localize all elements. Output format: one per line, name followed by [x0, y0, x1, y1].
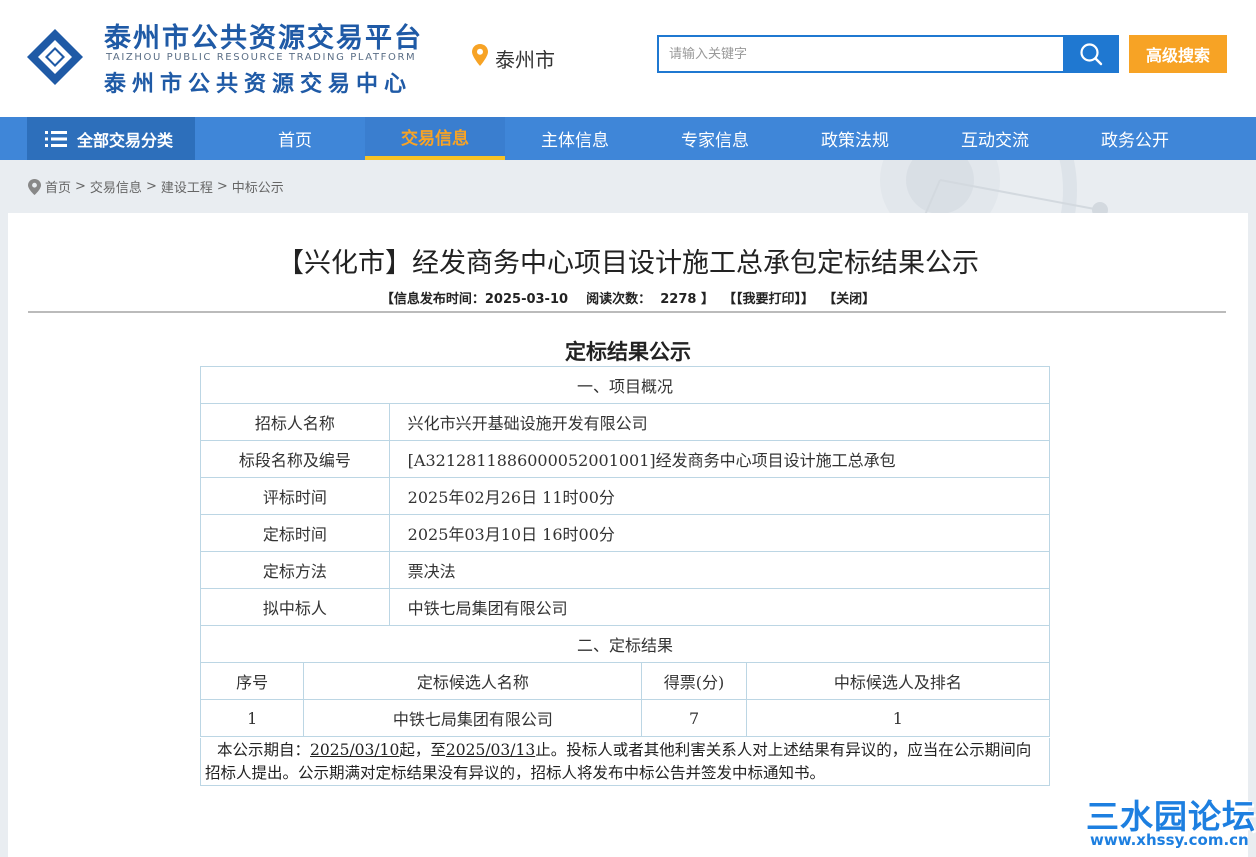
notice-start-date: 2025/03/10 — [310, 741, 400, 759]
row-label: 招标人名称 — [200, 403, 390, 441]
document-title: 定标结果公示 — [565, 340, 691, 364]
table-row: 1 中铁七局集团有限公司 7 1 — [199, 699, 1051, 737]
publish-date: 2025-03-10 — [484, 292, 569, 307]
row-label: 标段名称及编号 — [200, 440, 390, 478]
nav-government-affairs[interactable]: 政务公开 — [1065, 117, 1205, 160]
logo-english: TAIZHOU PUBLIC RESOURCE TRADING PLATFORM — [106, 52, 417, 63]
article-meta: 【信息发布时间：2025-03-10 阅读次数： 2278 】 【【我要打印】】… — [8, 288, 1248, 307]
row-value: 2025年03月10日 16时00分 — [388, 514, 1051, 552]
meta-close-bracket: 】 — [700, 292, 714, 307]
notice-text-1: 本公示期自： — [217, 741, 311, 759]
cell-candidate: 中铁七局集团有限公司 — [303, 699, 643, 737]
column-header-votes: 得票(分) — [641, 662, 747, 700]
city-selector[interactable]: 泰州市 — [495, 44, 555, 73]
row-value: 中铁七局集团有限公司 — [388, 588, 1051, 626]
section-heading-overview: 一、项目概况 — [200, 366, 1050, 404]
close-link[interactable]: 【关闭】 — [823, 292, 875, 307]
table-row: 定标方法 票决法 — [200, 551, 1051, 589]
nav-policy[interactable]: 政策法规 — [785, 117, 925, 160]
search-input[interactable] — [657, 35, 1064, 73]
print-link[interactable]: 【【我要打印】】 — [723, 292, 814, 307]
breadcrumb-construction[interactable]: 建设工程 — [161, 177, 213, 196]
logo-title: 泰州市公共资源交易平台 — [104, 23, 423, 54]
all-categories-button[interactable]: 全部交易分类 — [27, 117, 195, 160]
cell-rank: 1 — [745, 699, 1051, 737]
article-panel: 【兴化市】经发商务中心项目设计施工总承包定标结果公示 【信息发布时间：2025-… — [8, 213, 1248, 857]
column-header-number: 序号 — [199, 662, 305, 700]
nav-entity-info[interactable]: 主体信息 — [505, 117, 645, 160]
table-row: 拟中标人 中铁七局集团有限公司 — [200, 588, 1051, 626]
column-header-rank: 中标候选人及排名 — [745, 662, 1051, 700]
row-label: 定标方法 — [200, 551, 390, 589]
views-label: 阅读次数： — [586, 292, 652, 307]
divider — [28, 311, 1226, 313]
main-nav: 全部交易分类 首页 交易信息 主体信息 专家信息 政策法规 互动交流 政务公开 — [0, 117, 1256, 160]
search-icon — [1080, 43, 1103, 66]
view-count: 2278 — [660, 292, 697, 307]
all-categories-label: 全部交易分类 — [77, 130, 174, 150]
menu-list-icon — [45, 130, 67, 147]
result-table: 一、项目概况 招标人名称 兴化市兴开基础设施开发有限公司 标段名称及编号 [A3… — [199, 366, 1051, 737]
location-icon — [28, 178, 41, 195]
publish-label: 【信息发布时间： — [380, 292, 485, 307]
column-header-candidate: 定标候选人名称 — [303, 662, 643, 700]
site-header: 泰州市公共资源交易平台 TAIZHOU PUBLIC RESOURCE TRAD… — [0, 0, 1256, 117]
search-button[interactable] — [1063, 35, 1119, 73]
breadcrumb: 首页 > 交易信息 > 建设工程 > 中标公示 — [28, 177, 284, 196]
location-pin-icon — [472, 44, 488, 66]
row-value: 兴化市兴开基础设施开发有限公司 — [388, 403, 1051, 441]
row-label: 定标时间 — [200, 514, 390, 552]
breadcrumb-separator: > — [216, 179, 228, 194]
article-title: 【兴化市】经发商务中心项目设计施工总承包定标结果公示 — [277, 248, 979, 279]
section-heading-result: 二、定标结果 — [200, 625, 1050, 663]
table-row: 评标时间 2025年02月26日 11时00分 — [200, 477, 1051, 515]
advanced-search-button[interactable]: 高级搜索 — [1129, 35, 1227, 73]
breadcrumb-award-notice[interactable]: 中标公示 — [232, 177, 284, 196]
logo-subtitle: 泰州市公共资源交易中心 — [104, 72, 413, 97]
table-row: 二、定标结果 — [200, 625, 1050, 663]
notice-paragraph: 本公示期自：2025/03/10起，至2025/03/13止。投标人或者其他利害… — [200, 738, 1050, 786]
breadcrumb-home[interactable]: 首页 — [45, 177, 71, 196]
row-value: 2025年02月26日 11时00分 — [388, 477, 1051, 515]
table-row: 标段名称及编号 [A3212811886000052001001]经发商务中心项… — [200, 440, 1051, 478]
table-row: 一、项目概况 — [200, 366, 1050, 404]
breadcrumb-separator: > — [75, 179, 86, 194]
nav-interaction[interactable]: 互动交流 — [925, 117, 1065, 160]
nav-trade-info[interactable]: 交易信息 — [365, 117, 505, 160]
nav-home[interactable]: 首页 — [225, 117, 365, 160]
watermark-url: www.xhssy.com.cn — [1090, 831, 1249, 849]
logo-icon[interactable] — [26, 28, 84, 86]
cell-votes: 7 — [641, 699, 747, 737]
breadcrumb-trade-info[interactable]: 交易信息 — [90, 177, 142, 196]
breadcrumb-separator: > — [145, 179, 157, 194]
notice-text-2: 起，至 — [399, 741, 446, 759]
nav-expert-info[interactable]: 专家信息 — [645, 117, 785, 160]
table-row: 定标时间 2025年03月10日 16时00分 — [200, 514, 1051, 552]
notice-end-date: 2025/03/13 — [445, 741, 536, 759]
table-row: 招标人名称 兴化市兴开基础设施开发有限公司 — [200, 403, 1051, 441]
row-label: 拟中标人 — [200, 588, 390, 626]
table-header-row: 序号 定标候选人名称 得票(分) 中标候选人及排名 — [199, 662, 1051, 700]
cell-number: 1 — [199, 699, 305, 737]
row-value: [A3212811886000052001001]经发商务中心项目设计施工总承包 — [388, 440, 1051, 478]
row-label: 评标时间 — [200, 477, 390, 515]
row-value: 票决法 — [388, 551, 1051, 589]
